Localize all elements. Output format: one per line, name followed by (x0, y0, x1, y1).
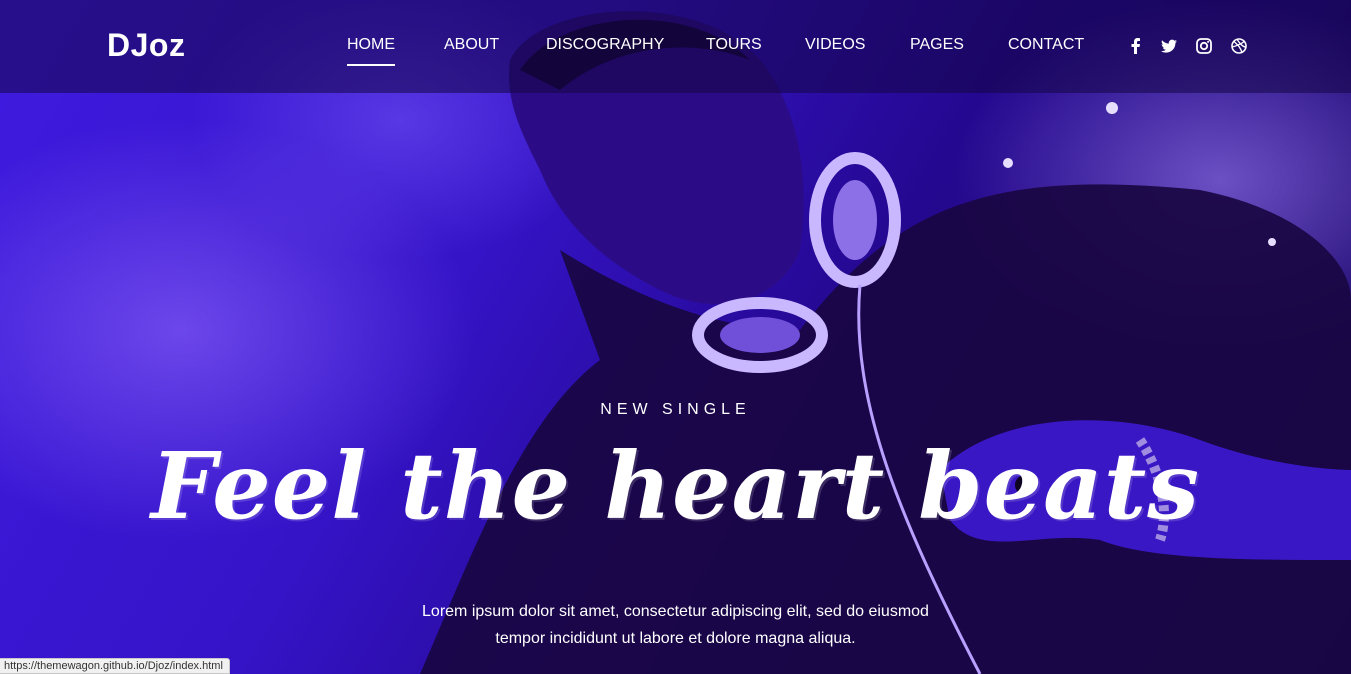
browser-status-bar: https://themewagon.github.io/Djoz/index.… (0, 658, 230, 674)
hero-description: Lorem ipsum dolor sit amet, consectetur … (422, 603, 929, 647)
hero-headline: Feel the heart beats (150, 432, 1201, 540)
hero-kicker: NEW SINGLE (600, 401, 751, 418)
hero-content: NEW SINGLE Feel the heart beats Lorem ip… (0, 0, 1351, 674)
